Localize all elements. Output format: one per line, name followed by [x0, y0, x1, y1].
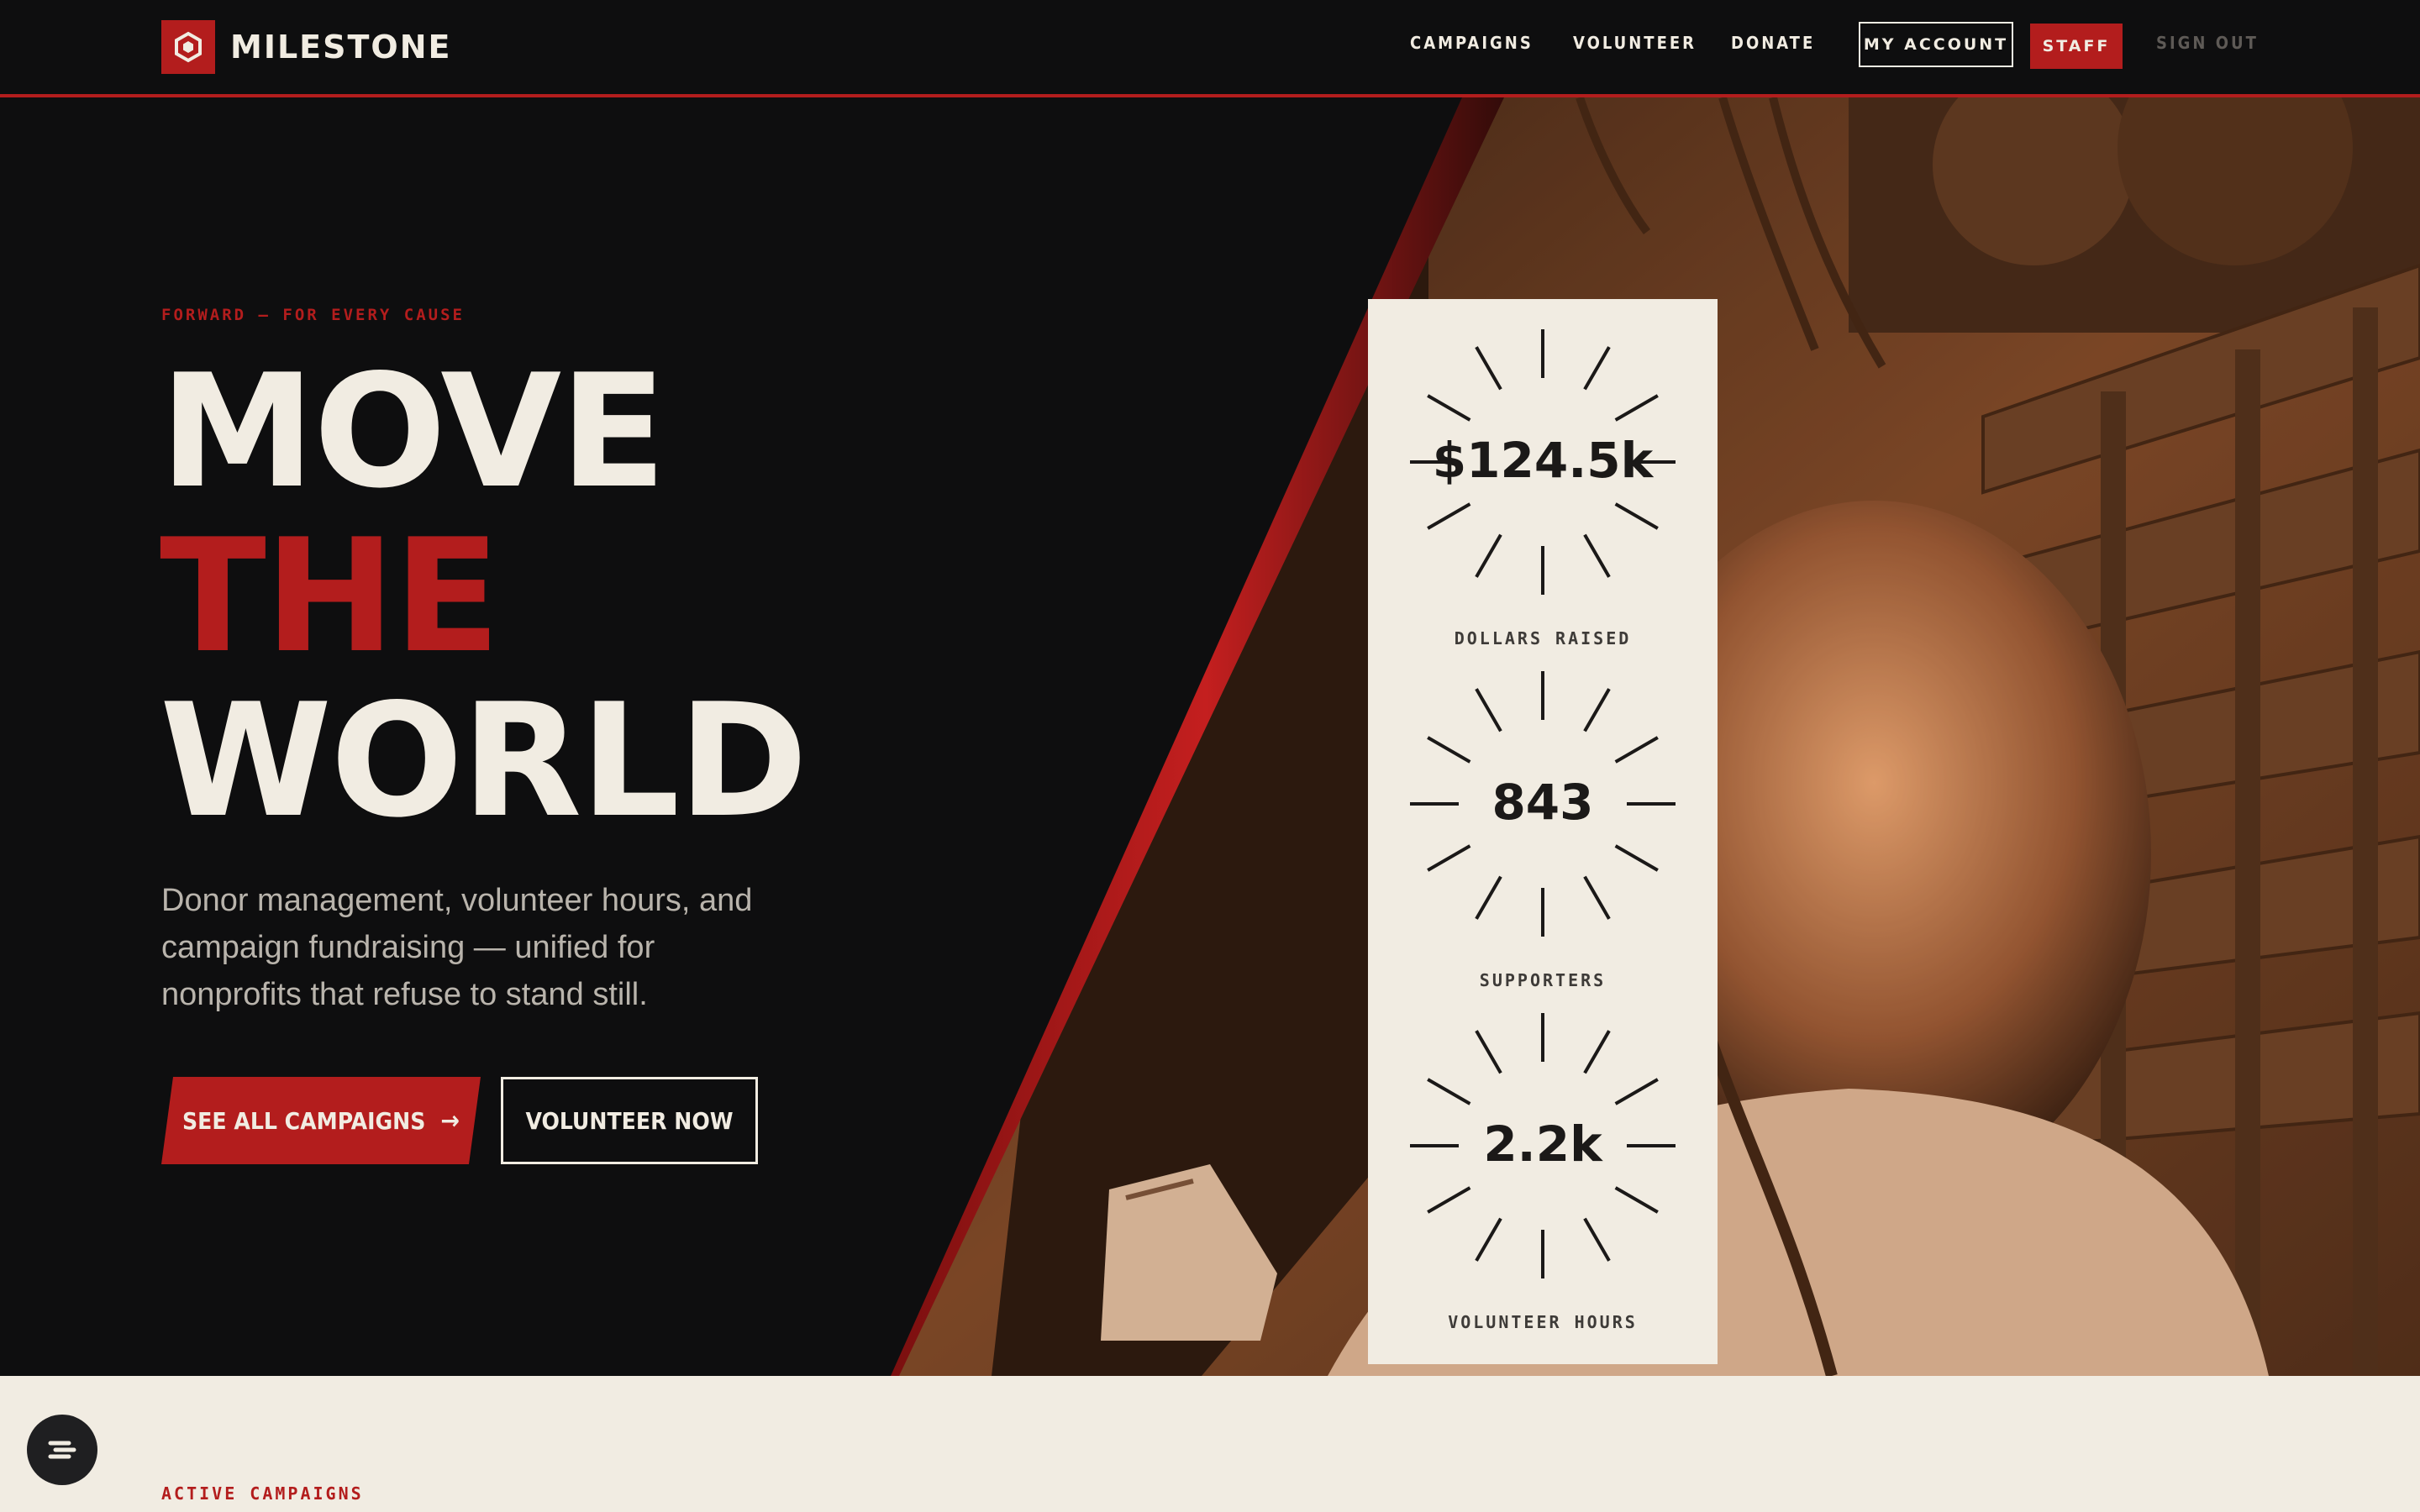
- hero-eyebrow: FORWARD — FOR EVERY CAUSE: [161, 306, 465, 324]
- burst-ray: [1475, 346, 1502, 391]
- top-nav: MILESTONE CAMPAIGNS VOLUNTEER DONATE MY …: [0, 0, 2420, 97]
- stat-volunteer-hours: 2.2k VOLUNTEER HOURS: [1368, 1001, 1718, 1342]
- hero-headline: MOVE THE WORLD: [160, 340, 808, 852]
- burst-ray: [1583, 533, 1611, 578]
- active-campaigns-section: ACTIVE CAMPAIGNS: [0, 1376, 2420, 1512]
- arrow-right-icon: →: [440, 1105, 460, 1136]
- burst-ray: [1475, 1217, 1502, 1262]
- burst-ray: [1475, 875, 1502, 920]
- burst-ray: [1427, 844, 1471, 872]
- stat-dollars-raised: $124.5k DOLLARS RAISED: [1368, 318, 1718, 659]
- burst-ray: [1427, 1078, 1471, 1105]
- burst-ray: [1614, 394, 1659, 422]
- stat-label: SUPPORTERS: [1479, 970, 1607, 990]
- burst-ray: [1614, 1186, 1659, 1214]
- stat-supporters: 843 SUPPORTERS: [1368, 659, 1718, 1000]
- hero-description: Donor management, volunteer hours, and c…: [161, 883, 753, 1012]
- burst-ray: [1614, 502, 1659, 530]
- nav-link-donate[interactable]: DONATE: [1731, 30, 1815, 55]
- stat-value: 2.2k: [1483, 1116, 1602, 1173]
- burst-ray: [1427, 736, 1471, 764]
- logo-mark-icon: [161, 20, 215, 74]
- burst-ray: [1427, 502, 1471, 530]
- hero-section: FORWARD — FOR EVERY CAUSE MOVE THE WORLD…: [0, 97, 2420, 1376]
- burst-ray: [1583, 1217, 1611, 1262]
- burst-ray: [1614, 1078, 1659, 1105]
- burst-ray: [1427, 1186, 1471, 1214]
- burst-ray: [1475, 1030, 1502, 1074]
- chat-support-icon[interactable]: [27, 1415, 97, 1485]
- burst-ray: [1583, 346, 1611, 391]
- stat-value: 843: [1491, 774, 1594, 831]
- sign-out-link[interactable]: SIGN OUT: [2156, 30, 2259, 55]
- burst-ray: [1583, 688, 1611, 732]
- burst-ray: [1475, 533, 1502, 578]
- stat-label: VOLUNTEER HOURS: [1448, 1312, 1638, 1332]
- volunteer-now-button[interactable]: VOLUNTEER NOW: [501, 1077, 758, 1164]
- burst-ray: [1475, 688, 1502, 732]
- headline-line-2: THE: [160, 505, 501, 687]
- section-eyebrow: ACTIVE CAMPAIGNS: [161, 1483, 364, 1504]
- staff-button[interactable]: STAFF: [2030, 24, 2123, 69]
- see-all-campaigns-label: SEE ALL CAMPAIGNS: [182, 1106, 426, 1135]
- stat-value: $124.5k: [1432, 432, 1654, 489]
- nav-link-volunteer[interactable]: VOLUNTEER: [1573, 30, 1697, 55]
- brand-logo[interactable]: MILESTONE: [161, 20, 451, 74]
- stat-label: DOLLARS RAISED: [1454, 628, 1632, 648]
- headline-line-3: WORLD: [160, 669, 808, 852]
- brand-name: MILESTONE: [230, 29, 452, 66]
- my-account-button[interactable]: MY ACCOUNT: [1859, 22, 2013, 67]
- burst-ray: [1614, 844, 1659, 872]
- burst-ray: [1427, 394, 1471, 422]
- headline-line-1: MOVE: [160, 340, 666, 522]
- burst-ray: [1583, 1030, 1611, 1074]
- burst-ray: [1583, 875, 1611, 920]
- see-all-campaigns-button[interactable]: SEE ALL CAMPAIGNS →: [161, 1077, 481, 1164]
- nav-link-campaigns[interactable]: CAMPAIGNS: [1410, 30, 1534, 55]
- stats-card: $124.5k DOLLARS RAISED 843 SUPPORTERS 2.…: [1368, 299, 1718, 1364]
- burst-ray: [1614, 736, 1659, 764]
